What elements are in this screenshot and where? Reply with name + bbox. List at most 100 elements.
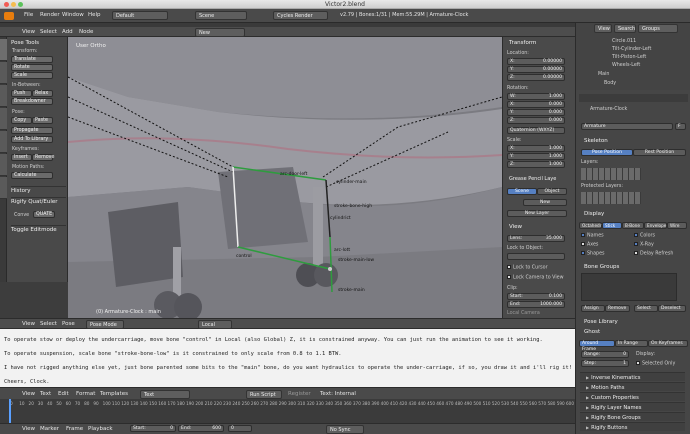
display-envelope[interactable]: Envelope: [644, 222, 667, 229]
skeleton-panel-header[interactable]: Skeleton: [584, 138, 608, 144]
clip-end-field[interactable]: End: 1000.000: [507, 301, 565, 308]
transform-orientation-selector[interactable]: Local: [198, 320, 232, 329]
ghost-header[interactable]: Ghost: [584, 329, 600, 335]
tab-rigify[interactable]: [0, 177, 7, 199]
protected-layers-grid[interactable]: [581, 192, 641, 204]
tab-create[interactable]: [0, 62, 7, 84]
menu-text[interactable]: Text: [40, 391, 51, 397]
scale-x-field[interactable]: X: 1.000: [507, 145, 565, 152]
assign-button[interactable]: Assign: [581, 305, 605, 312]
fake-user-button[interactable]: F: [675, 123, 686, 130]
menu-playback[interactable]: Playback: [88, 426, 113, 432]
rotation-x-field[interactable]: X: 0.000: [507, 101, 565, 108]
render-engine-selector[interactable]: Cycles Render: [273, 11, 328, 20]
bone-groups-list[interactable]: [581, 273, 677, 301]
colors-checkbox[interactable]: Colors: [634, 233, 655, 239]
ghost-around-frame[interactable]: Around Frame: [579, 340, 615, 352]
rotate-button[interactable]: Rotate: [11, 64, 53, 71]
start-frame-field[interactable]: Start: 0: [130, 425, 176, 432]
rigify-bone-groups-header[interactable]: ▶ Rigify Bone Groups: [580, 412, 685, 421]
minimize-window-button[interactable]: [11, 2, 16, 7]
outliner-item[interactable]: Circle.011: [612, 39, 636, 44]
motion-paths-header[interactable]: ▶ Motion Paths: [580, 382, 685, 391]
display-bbone[interactable]: B-Bone: [622, 222, 644, 229]
translate-button[interactable]: Translate: [11, 56, 53, 63]
remove-keyframe-button[interactable]: Remove: [32, 154, 54, 161]
ghost-range-field[interactable]: Range: 0: [581, 351, 629, 358]
rotation-z-field[interactable]: Z: 0.000: [507, 117, 565, 124]
bone-layers-grid[interactable]: [581, 168, 641, 180]
outliner-display-mode[interactable]: Groups: [638, 24, 678, 33]
lock-cursor-checkbox[interactable]: Lock to Cursor: [507, 265, 548, 271]
names-checkbox[interactable]: Names: [581, 233, 604, 239]
editor-type-icon[interactable]: [4, 12, 14, 20]
text-editor[interactable]: To operate stow or deploy the undercarri…: [0, 329, 575, 387]
shapes-checkbox[interactable]: Shapes: [581, 251, 605, 257]
menu-view[interactable]: View: [22, 29, 35, 35]
outliner-item[interactable]: Body: [604, 81, 616, 86]
new-datablock-button[interactable]: New: [195, 28, 245, 37]
grease-pencil-header[interactable]: Grease Pencil Laye: [509, 176, 556, 182]
tab-relations[interactable]: [0, 85, 7, 107]
zoom-window-button[interactable]: [18, 2, 23, 7]
pose-library-header[interactable]: Pose Library: [584, 319, 618, 325]
lock-camera-checkbox[interactable]: Lock Camera to View: [507, 275, 564, 281]
timeline[interactable]: 0 10 20 30 40 50 60 70 80 90 100 110 120 130 140 150 160…: [0, 399, 575, 423]
end-frame-field[interactable]: End: 600: [178, 425, 224, 432]
transform-panel-header[interactable]: Transform: [509, 40, 536, 46]
outliner-item[interactable]: Tilt-Cylinder-Left: [612, 47, 651, 52]
deselect-button[interactable]: Deselect: [658, 305, 686, 312]
select-button[interactable]: Select: [634, 305, 658, 312]
scene-toggle[interactable]: Scene: [507, 188, 537, 195]
view-panel-header[interactable]: View: [509, 224, 522, 230]
3d-viewport[interactable]: arc-door-left cylinder-main stroke-bone-…: [68, 37, 502, 318]
delay-refresh-checkbox[interactable]: Delay Refresh: [634, 251, 673, 257]
lens-field[interactable]: Lens: 35.000: [507, 235, 565, 242]
toggle-editmode-header[interactable]: Toggle Editmode: [11, 225, 66, 233]
outliner-search-menu[interactable]: Search: [614, 24, 636, 33]
rigify-panel-header[interactable]: Rigify Quat/Euler: [11, 197, 66, 205]
object-toggle[interactable]: Object: [537, 188, 567, 195]
rotation-mode-selector[interactable]: Quaternion (WXYZ): [507, 127, 565, 134]
mode-selector[interactable]: Pose Mode: [86, 320, 124, 329]
rigify-layer-names-header[interactable]: ▶ Rigify Layer Names: [580, 402, 685, 411]
menu-view[interactable]: View: [22, 426, 35, 432]
menu-add[interactable]: Add: [62, 29, 73, 35]
rigify-buttons-header[interactable]: ▶ Rigify Buttons: [580, 422, 685, 431]
push-button[interactable]: Push: [11, 90, 32, 97]
menu-select[interactable]: Select: [40, 321, 57, 327]
display-wire[interactable]: Wire: [667, 222, 687, 229]
bone-groups-header[interactable]: Bone Groups: [584, 264, 619, 270]
menu-format[interactable]: Format: [76, 391, 95, 397]
add-to-library-button[interactable]: Add To Library: [11, 136, 53, 143]
propagate-button[interactable]: Propagate: [11, 127, 53, 134]
outliner-item[interactable]: Wheels-Left: [612, 63, 640, 68]
menu-view[interactable]: View: [22, 391, 35, 397]
menu-marker[interactable]: Marker: [40, 426, 59, 432]
insert-keyframe-button[interactable]: Insert: [11, 154, 32, 161]
tab-physics[interactable]: [0, 131, 7, 153]
current-frame-field[interactable]: 0: [228, 425, 252, 432]
custom-properties-header[interactable]: ▶ Custom Properties: [580, 392, 685, 401]
inverse-kinematics-header[interactable]: ▶ Inverse Kinematics: [580, 372, 685, 381]
menu-file[interactable]: File: [24, 12, 33, 18]
menu-help[interactable]: Help: [88, 12, 101, 18]
quaternion-selector[interactable]: QUATE: [33, 211, 55, 218]
rotation-y-field[interactable]: Y: 0.000: [507, 109, 565, 116]
breakdowner-button[interactable]: Breakdowner: [11, 98, 53, 105]
new-grease-button[interactable]: New: [523, 199, 567, 206]
menu-select[interactable]: Select: [40, 29, 57, 35]
clip-start-field[interactable]: Start: 0.100: [507, 293, 565, 300]
lock-object-field[interactable]: [507, 253, 565, 260]
ghost-step-field[interactable]: Step: 1: [581, 360, 629, 367]
run-script-button[interactable]: Run Script: [246, 390, 282, 399]
menu-frame[interactable]: Frame: [66, 426, 83, 432]
history-panel-header[interactable]: History: [11, 186, 66, 194]
menu-templates[interactable]: Templates: [100, 391, 128, 397]
display-panel-header[interactable]: Display: [584, 211, 604, 217]
location-x-field[interactable]: X: 0.00000: [507, 58, 565, 65]
scale-button[interactable]: Scale: [11, 72, 53, 79]
outliner-item[interactable]: Tilt-Piston-Left: [612, 55, 646, 60]
register-checkbox[interactable]: Register: [288, 391, 311, 397]
display-octahedral[interactable]: Octahedr: [579, 222, 602, 229]
